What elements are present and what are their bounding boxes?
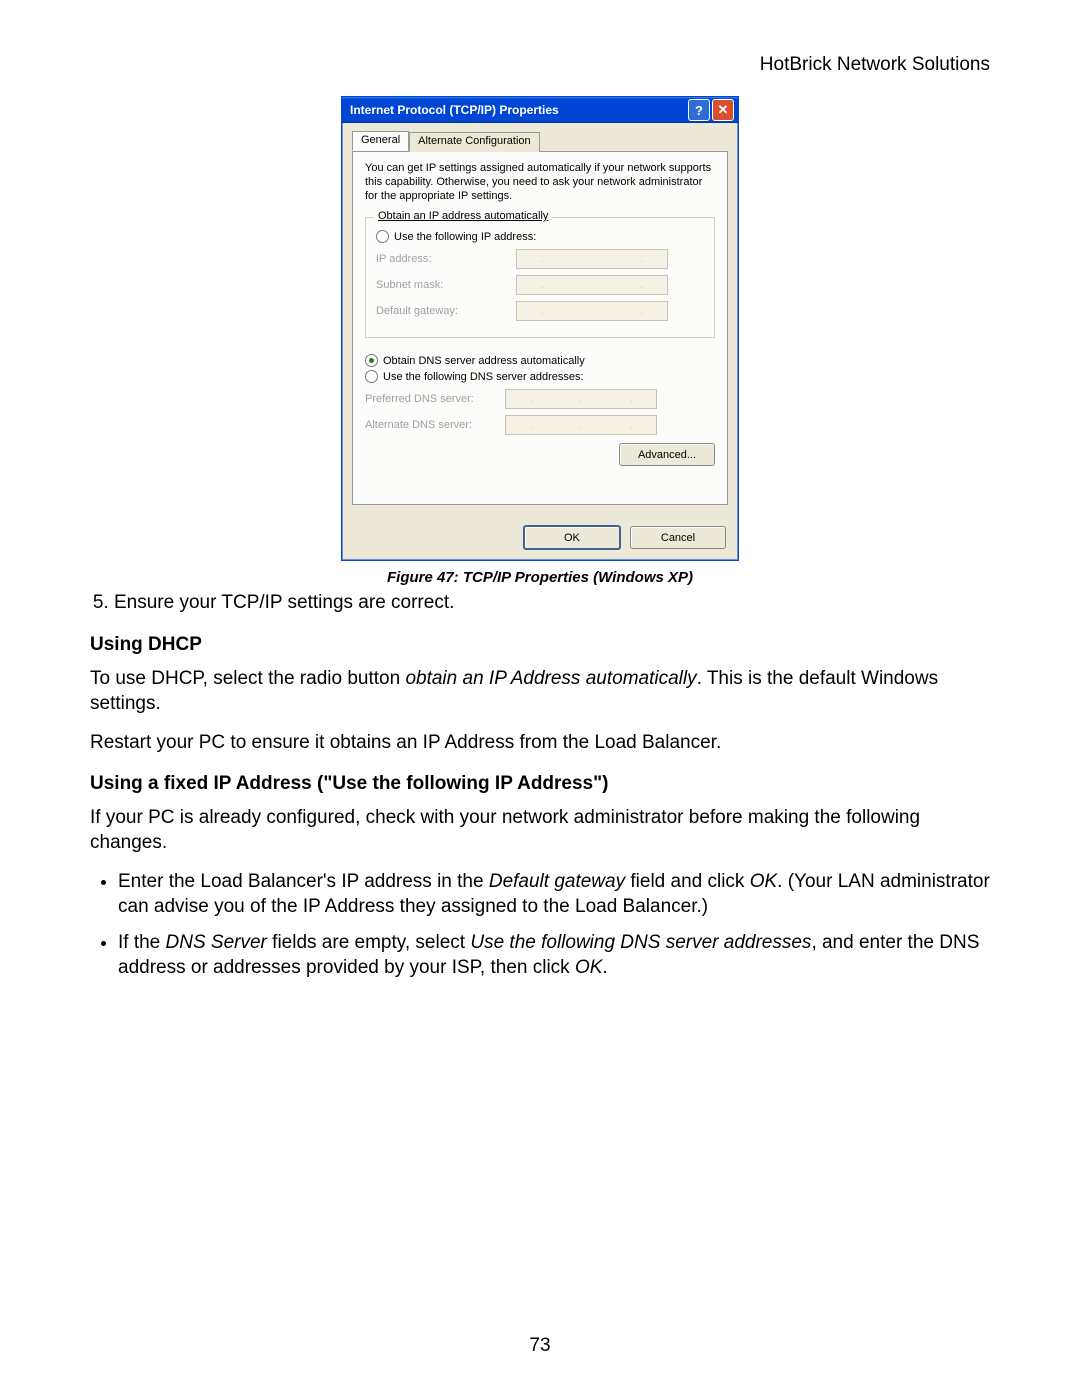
window-title: Internet Protocol (TCP/IP) Properties <box>350 103 686 117</box>
close-button[interactable]: ✕ <box>712 99 734 121</box>
bullet-dns-server: If the DNS Server fields are empty, sele… <box>118 930 990 980</box>
ok-button[interactable]: OK <box>523 525 621 550</box>
fixed-ip-paragraph: If your PC is already configured, check … <box>90 805 990 855</box>
help-button[interactable]: ? <box>688 99 710 121</box>
label-default-gateway: Default gateway: <box>376 305 516 317</box>
dhcp-paragraph-1: To use DHCP, select the radio button obt… <box>90 666 990 716</box>
label-alternate-dns: Alternate DNS server: <box>365 419 505 431</box>
tcpip-properties-dialog: Internet Protocol (TCP/IP) Properties ? … <box>341 96 739 561</box>
input-subnet-mask[interactable]: ... <box>516 275 668 295</box>
heading-using-fixed-ip: Using a fixed IP Address ("Use the follo… <box>90 773 990 795</box>
tab-strip: General Alternate Configuration <box>352 131 728 152</box>
intro-text: You can get IP settings assigned automat… <box>365 162 715 203</box>
figure-wrapper: Internet Protocol (TCP/IP) Properties ? … <box>90 96 990 586</box>
bullet-default-gateway: Enter the Load Balancer's IP address in … <box>118 869 990 919</box>
figure-caption: Figure 47: TCP/IP Properties (Windows XP… <box>90 569 990 586</box>
input-alternate-dns[interactable]: ... <box>505 415 657 435</box>
radio-use-following-dns[interactable] <box>365 370 378 383</box>
tab-general[interactable]: General <box>352 131 409 151</box>
label-use-following-ip: Use the following IP address: <box>394 231 536 243</box>
input-ip-address[interactable]: ... <box>516 249 668 269</box>
fixed-ip-bullets: Enter the Load Balancer's IP address in … <box>90 869 990 979</box>
page-header: HotBrick Network Solutions <box>90 54 990 76</box>
cancel-button[interactable]: Cancel <box>630 526 726 549</box>
heading-using-dhcp: Using DHCP <box>90 634 990 656</box>
advanced-button[interactable]: Advanced... <box>619 443 715 466</box>
label-preferred-dns: Preferred DNS server: <box>365 393 505 405</box>
label-use-following-dns: Use the following DNS server addresses: <box>383 371 584 383</box>
label-subnet-mask: Subnet mask: <box>376 279 516 291</box>
label-obtain-dns-auto: Obtain DNS server address automatically <box>383 355 585 367</box>
input-default-gateway[interactable]: ... <box>516 301 668 321</box>
label-obtain-ip-auto: Obtain an IP address automatically <box>378 210 548 222</box>
dns-settings-group: Obtain DNS server address automatically … <box>365 354 715 435</box>
label-ip-address: IP address: <box>376 253 516 265</box>
page-number: 73 <box>0 1335 1080 1357</box>
input-preferred-dns[interactable]: ... <box>505 389 657 409</box>
radio-use-following-ip[interactable] <box>376 230 389 243</box>
radio-obtain-dns-auto[interactable] <box>365 354 378 367</box>
tab-alternate-configuration[interactable]: Alternate Configuration <box>409 132 540 152</box>
ip-settings-group: Obtain an IP address automatically Use t… <box>365 217 715 338</box>
step-list: Ensure your TCP/IP settings are correct. <box>90 592 990 614</box>
titlebar: Internet Protocol (TCP/IP) Properties ? … <box>342 97 738 123</box>
step-5: Ensure your TCP/IP settings are correct. <box>114 592 990 614</box>
dhcp-paragraph-2: Restart your PC to ensure it obtains an … <box>90 730 990 755</box>
